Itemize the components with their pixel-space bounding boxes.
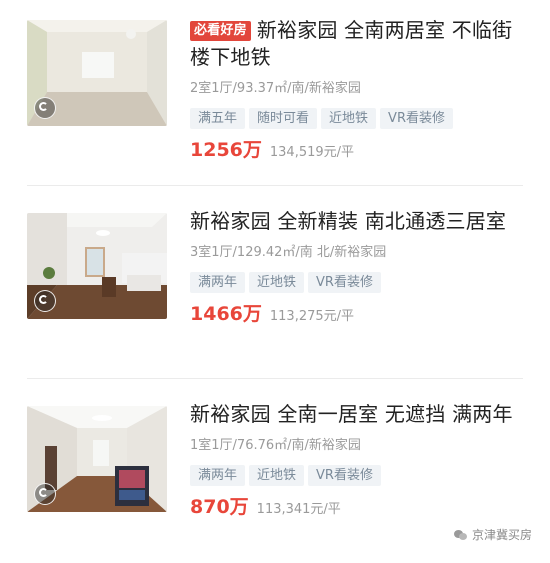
watermark-text: 京津冀买房 bbox=[471, 528, 532, 542]
listing-info: 新裕家园 全南一居室 无遮挡 满两年 1室1厅/76.76㎡/南/新裕家园 满两… bbox=[190, 401, 530, 523]
listing-photo[interactable] bbox=[27, 406, 167, 512]
tag: 近地铁 bbox=[249, 272, 305, 293]
total-price: 1466万 bbox=[190, 303, 262, 325]
listing-tags: 满五年 随时可看 近地铁 VR看装修 bbox=[190, 107, 530, 129]
total-price: 870万 bbox=[190, 496, 249, 518]
price-row: 1466万 113,275元/平 bbox=[190, 301, 530, 330]
listing-meta: 2室1厅/93.37㎡/南/新裕家园 bbox=[190, 81, 361, 96]
unit-price: 113,275元/平 bbox=[269, 309, 355, 324]
tag: VR看装修 bbox=[308, 272, 381, 293]
unit-price: 134,519元/平 bbox=[269, 145, 355, 160]
unit-price: 113,341元/平 bbox=[256, 502, 341, 517]
listing-title[interactable]: 必看好房 新裕家园 全南两居室 不临街 楼下地铁 bbox=[190, 17, 530, 71]
divider bbox=[27, 378, 523, 379]
listing-photo[interactable] bbox=[27, 213, 167, 319]
watermark: 京津冀买房 bbox=[453, 526, 532, 543]
tag: 满两年 bbox=[190, 272, 246, 293]
tag: 满两年 bbox=[190, 465, 246, 486]
listing-tags: 满两年 近地铁 VR看装修 bbox=[190, 271, 530, 293]
tag: 近地铁 bbox=[249, 465, 305, 486]
vr-icon[interactable] bbox=[34, 97, 56, 119]
wechat-icon bbox=[453, 529, 468, 541]
listing-card[interactable]: 新裕家园 全新精装 南北通透三居室 3室1厅/129.42㎡/南 北/新裕家园 … bbox=[0, 190, 550, 375]
listing-title-text: 新裕家园 全新精装 南北通透三居室 bbox=[190, 209, 507, 233]
listing-meta: 3室1厅/129.42㎡/南 北/新裕家园 bbox=[190, 245, 387, 260]
tag: 近地铁 bbox=[321, 108, 377, 129]
must-see-badge: 必看好房 bbox=[190, 21, 251, 41]
listing-title[interactable]: 新裕家园 全南一居室 无遮挡 满两年 bbox=[190, 401, 530, 428]
total-price: 1256万 bbox=[190, 139, 262, 161]
vr-icon[interactable] bbox=[34, 483, 56, 505]
listing-info: 必看好房 新裕家园 全南两居室 不临街 楼下地铁 2室1厅/93.37㎡/南/新裕… bbox=[190, 17, 530, 166]
divider bbox=[27, 185, 523, 186]
price-row: 1256万 134,519元/平 bbox=[190, 137, 530, 166]
listing-photo[interactable] bbox=[27, 20, 167, 126]
listing-meta: 1室1厅/76.76㎡/南/新裕家园 bbox=[190, 438, 361, 453]
listing-title[interactable]: 新裕家园 全新精装 南北通透三居室 bbox=[190, 208, 530, 235]
tag: 随时可看 bbox=[249, 108, 318, 129]
tag: 满五年 bbox=[190, 108, 246, 129]
price-row: 870万 113,341元/平 bbox=[190, 494, 530, 523]
listing-card[interactable]: 必看好房 新裕家园 全南两居室 不临街 楼下地铁 2室1厅/93.37㎡/南/新裕… bbox=[0, 0, 550, 180]
tag: VR看装修 bbox=[380, 108, 453, 129]
tag: VR看装修 bbox=[308, 465, 381, 486]
listing-info: 新裕家园 全新精装 南北通透三居室 3室1厅/129.42㎡/南 北/新裕家园 … bbox=[190, 208, 530, 330]
listing-tags: 满两年 近地铁 VR看装修 bbox=[190, 464, 530, 486]
listing-title-text: 新裕家园 全南一居室 无遮挡 满两年 bbox=[190, 402, 513, 426]
vr-icon[interactable] bbox=[34, 290, 56, 312]
